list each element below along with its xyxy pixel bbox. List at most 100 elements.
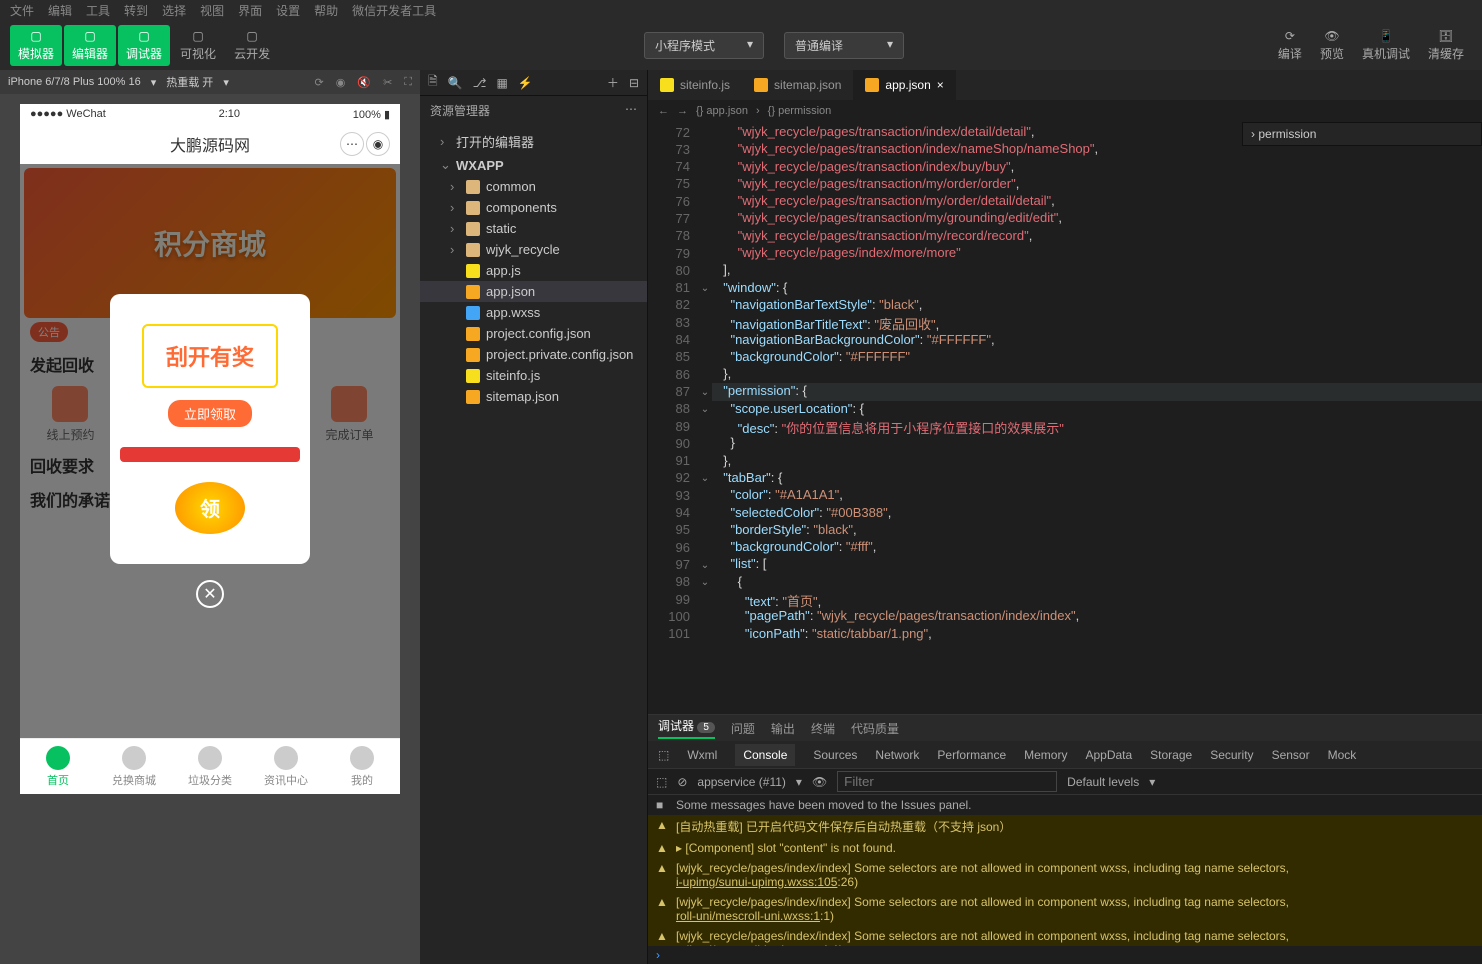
console-msg: ▲[wjyk_recycle/pages/index/index] Some s… <box>648 858 1482 892</box>
tb-调试器[interactable]: ▢调试器 <box>118 25 170 66</box>
folder-common[interactable]: ›common <box>420 176 647 197</box>
elements-icon[interactable]: ⬚ <box>658 748 669 762</box>
tb-预览[interactable]: 👁预览 <box>1312 25 1352 66</box>
file-app.json[interactable]: app.json <box>420 281 647 302</box>
open-editors-section[interactable]: ›打开的编辑器 <box>420 129 647 154</box>
folder-components[interactable]: ›components <box>420 197 647 218</box>
record-icon[interactable]: ◉ <box>336 76 346 89</box>
dt2-tab-Storage[interactable]: Storage <box>1150 748 1192 762</box>
dt-tab-终端[interactable]: 终端 <box>811 720 835 737</box>
eye-icon[interactable]: 👁 <box>812 775 827 789</box>
tabbar-item[interactable]: 首页 <box>20 739 96 794</box>
dt2-tab-Performance[interactable]: Performance <box>937 748 1006 762</box>
tab-sitemap.json[interactable]: sitemap.json <box>742 70 853 100</box>
root-folder[interactable]: ⌄WXAPP <box>420 154 647 176</box>
file-app.wxss[interactable]: app.wxss <box>420 302 647 323</box>
tb-真机调试[interactable]: 📱真机调试 <box>1354 25 1418 66</box>
dt-tab-调试器[interactable]: 调试器 5 <box>658 717 715 739</box>
chevron-down-icon: ▾ <box>223 76 229 89</box>
menu-item[interactable]: 文件 <box>10 2 34 18</box>
tb-编辑器[interactable]: ▢编辑器 <box>64 25 116 66</box>
context-dropdown[interactable]: appservice (#11) <box>697 775 786 789</box>
files-icon[interactable]: 🗎 <box>428 72 438 93</box>
menu-item[interactable]: 转到 <box>124 2 148 18</box>
file-sitemap.json[interactable]: sitemap.json <box>420 386 647 407</box>
time-label: 2:10 <box>219 108 240 120</box>
dt2-tab-Memory[interactable]: Memory <box>1024 748 1067 762</box>
mode-dropdown[interactable]: 小程序模式▾ <box>644 32 764 59</box>
ext-icon[interactable]: ▦ <box>496 76 507 90</box>
tb-云开发[interactable]: ▢云开发 <box>226 25 278 66</box>
claim-button[interactable]: 立即领取 <box>168 400 252 427</box>
tabbar-item[interactable]: 垃圾分类 <box>172 739 248 794</box>
cut-icon[interactable]: ✂ <box>383 76 392 89</box>
git-icon[interactable]: ⎇ <box>473 76 487 90</box>
tb-编译[interactable]: ⟳编译 <box>1270 25 1310 66</box>
dt2-tab-Sensor[interactable]: Sensor <box>1272 748 1310 762</box>
clear-icon[interactable]: ⊘ <box>677 775 687 789</box>
console-msg: ▲[wjyk_recycle/pages/index/index] Some s… <box>648 892 1482 926</box>
device-label[interactable]: iPhone 6/7/8 Plus 100% 16 <box>8 76 141 88</box>
menu-item[interactable]: 微信开发者工具 <box>352 2 436 18</box>
tb-清缓存[interactable]: 🗄清缓存 <box>1420 25 1472 66</box>
phone-statusbar: ●●●●● WeChat 2:10 100% ▮ <box>20 104 400 124</box>
console-filter-input[interactable] <box>837 771 1057 792</box>
dt-tab-代码质量[interactable]: 代码质量 <box>851 720 899 737</box>
dt2-tab-AppData[interactable]: AppData <box>1085 748 1132 762</box>
capsule-menu-icon[interactable]: ⋯ <box>340 132 364 156</box>
menu-item[interactable]: 编辑 <box>48 2 72 18</box>
tab-siteinfo.js[interactable]: siteinfo.js <box>648 70 742 100</box>
refresh-icon[interactable]: ⟳ <box>315 76 324 89</box>
nav-back-icon[interactable]: ← <box>658 105 669 117</box>
modal-overlay[interactable]: 刮开有奖 立即领取 领 ✕ <box>20 164 400 738</box>
tab-app.json[interactable]: app.json× <box>853 70 955 100</box>
tabbar-item[interactable]: 兑换商城 <box>96 739 172 794</box>
console-prompt[interactable]: › <box>648 946 1482 964</box>
levels-dropdown[interactable]: Default levels <box>1067 775 1139 789</box>
dt-tab-输出[interactable]: 输出 <box>771 720 795 737</box>
tb-可视化[interactable]: ▢可视化 <box>172 25 224 66</box>
dt2-tab-Sources[interactable]: Sources <box>813 748 857 762</box>
chevron-down-icon: ▾ <box>151 76 157 89</box>
nav-fwd-icon[interactable]: → <box>677 105 688 117</box>
code-editor[interactable]: 7273747576777879808182838485868788899091… <box>648 122 1482 714</box>
new-file-icon[interactable]: ＋ <box>607 74 619 91</box>
file-app.js[interactable]: app.js <box>420 260 647 281</box>
menu-item[interactable]: 选择 <box>162 2 186 18</box>
outline-panel[interactable]: › permission <box>1242 122 1482 146</box>
search-icon[interactable]: 🔍 <box>448 76 463 90</box>
tabbar-item[interactable]: 资讯中心 <box>248 739 324 794</box>
tabbar-item[interactable]: 我的 <box>324 739 400 794</box>
inspect-icon[interactable]: ⬚ <box>656 775 667 789</box>
dt2-tab-Mock[interactable]: Mock <box>1328 748 1357 762</box>
file-project.config.json[interactable]: project.config.json <box>420 323 647 344</box>
dt-tab-问题[interactable]: 问题 <box>731 720 755 737</box>
file-siteinfo.js[interactable]: siteinfo.js <box>420 365 647 386</box>
menu-item[interactable]: 视图 <box>200 2 224 18</box>
close-icon[interactable]: ✕ <box>196 580 224 608</box>
dt2-tab-Console[interactable]: Console <box>735 744 795 766</box>
menu-item[interactable]: 界面 <box>238 2 262 18</box>
dt2-tab-Network[interactable]: Network <box>875 748 919 762</box>
collapse-icon[interactable]: ⊟ <box>629 76 639 90</box>
crumb[interactable]: {} permission <box>768 105 832 117</box>
mute-icon[interactable]: 🔇 <box>357 76 371 89</box>
dt2-tab-Security[interactable]: Security <box>1210 748 1253 762</box>
folder-static[interactable]: ›static <box>420 218 647 239</box>
compile-dropdown[interactable]: 普通编译▾ <box>784 32 904 59</box>
capsule-close-icon[interactable]: ◉ <box>366 132 390 156</box>
expand-icon[interactable]: ⛶ <box>404 76 412 89</box>
file-project.private.config.json[interactable]: project.private.config.json <box>420 344 647 365</box>
menu-item[interactable]: 帮助 <box>314 2 338 18</box>
menu-item[interactable]: 设置 <box>276 2 300 18</box>
crumb[interactable]: {} app.json <box>696 105 748 117</box>
hot-reload-label[interactable]: 热重载 开 <box>166 74 213 90</box>
phone-tabbar: 首页兑换商城垃圾分类资讯中心我的 <box>20 738 400 794</box>
folder-wjyk_recycle[interactable]: ›wjyk_recycle <box>420 239 647 260</box>
tb-模拟器[interactable]: ▢模拟器 <box>10 25 62 66</box>
menu-item[interactable]: 工具 <box>86 2 110 18</box>
close-icon[interactable]: × <box>937 78 944 92</box>
dt2-tab-Wxml[interactable]: Wxml <box>687 748 717 762</box>
thunder-icon[interactable]: ⚡ <box>518 76 533 90</box>
more-icon[interactable]: ⋯ <box>625 102 637 119</box>
